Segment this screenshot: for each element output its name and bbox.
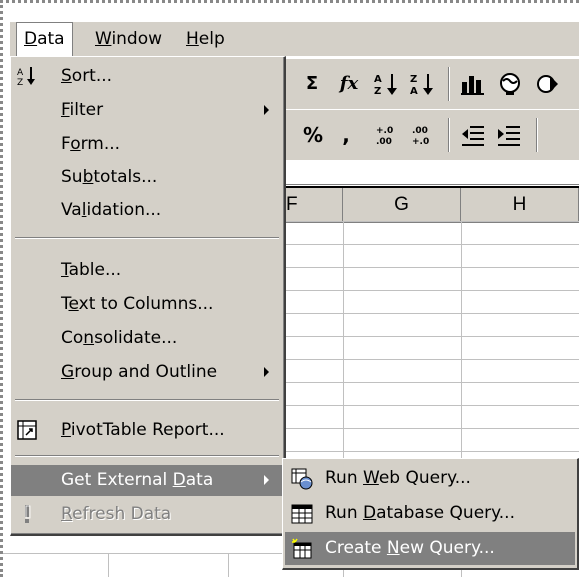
submenu-arrow-icon — [264, 105, 269, 115]
sort-ascending-button[interactable]: AZ — [372, 59, 402, 109]
menu-item-table[interactable]: Table... — [11, 255, 283, 286]
menu-item-run-database-query[interactable]: Run Database Query... — [285, 497, 575, 530]
formula-bar[interactable] — [286, 160, 579, 185]
menu-separator — [15, 455, 279, 457]
autosum-button[interactable]: Σ — [300, 59, 324, 109]
menu-bar: Data Window Help — [10, 22, 579, 56]
svg-text:Z: Z — [17, 78, 23, 86]
chart-wizard-button[interactable] — [458, 59, 488, 109]
menu-item-consolidate[interactable]: Consolidate... — [11, 323, 283, 354]
decrease-indent-icon — [462, 126, 484, 146]
svg-text:A: A — [17, 68, 24, 78]
comma-style-button[interactable]: , — [336, 110, 356, 160]
menu-item-validation[interactable]: Validation... — [11, 195, 283, 226]
standard-toolbar: Σ fx AZ ZA — [286, 58, 579, 110]
decrease-decimal-button[interactable]: .00 +.0 — [406, 110, 440, 160]
get-external-data-submenu: Run Web Query... Run Database Query... C… — [282, 458, 579, 570]
menu-item-subtotals[interactable]: Subtotals... — [11, 162, 283, 193]
menu-help[interactable]: Help — [179, 22, 232, 56]
excel-window: Data Window Help Σ fx AZ ZA % , +.0.00 .… — [0, 0, 579, 577]
map-button[interactable] — [496, 59, 526, 109]
cell-grid-lower[interactable] — [0, 553, 286, 577]
chart-wizard-icon — [461, 76, 484, 95]
menu-item-text-to-columns[interactable]: Text to Columns... — [11, 289, 283, 320]
increase-indent-button[interactable] — [494, 110, 524, 160]
paste-function-button[interactable]: fx — [334, 59, 364, 109]
menu-item-create-new-query[interactable]: Create New Query... — [285, 532, 575, 565]
increase-decimal-button[interactable]: +.0.00 — [370, 110, 404, 160]
svg-text:+.0: +.0 — [412, 137, 429, 147]
svg-text:.00: .00 — [376, 137, 392, 147]
crop-border — [0, 0, 579, 3]
sort-descending-button[interactable]: ZA — [408, 59, 438, 109]
menu-item-refresh-data: Refresh Data — [11, 499, 283, 530]
column-header-h[interactable]: H — [461, 188, 579, 222]
decrease-decimal-icon: .00+.0 — [412, 126, 429, 147]
sort-ascending-icon: AZ — [17, 67, 35, 86]
crop-border — [0, 0, 3, 577]
pivottable-icon — [17, 420, 37, 440]
toolbar-separator — [536, 118, 538, 152]
svg-text:+.0: +.0 — [376, 126, 393, 136]
menu-item-run-web-query[interactable]: Run Web Query... — [285, 462, 575, 495]
menu-item-sort[interactable]: AZ Sort... — [11, 61, 283, 92]
menu-separator — [15, 237, 279, 239]
menu-item-group-and-outline[interactable]: Group and Outline — [11, 357, 283, 388]
data-menu: AZ Sort... Filter Form... Subtotals... V… — [10, 56, 286, 536]
menu-data[interactable]: Data — [16, 22, 73, 56]
drawing-button[interactable] — [534, 59, 564, 109]
submenu-arrow-icon — [264, 367, 269, 377]
database-query-icon — [291, 504, 313, 524]
toolbar-separator — [448, 67, 450, 101]
new-query-icon — [292, 538, 312, 559]
percent-style-button[interactable]: % — [298, 110, 328, 160]
svg-text:Z: Z — [410, 74, 417, 85]
menu-item-form[interactable]: Form... — [11, 129, 283, 160]
svg-text:.00: .00 — [412, 126, 428, 136]
grid-line — [108, 554, 109, 577]
exclamation-icon — [25, 505, 31, 523]
menu-item-filter[interactable]: Filter — [11, 95, 283, 126]
column-headers: F G H — [286, 186, 579, 223]
sort-descending-icon: ZA — [410, 74, 433, 97]
drawing-icon — [537, 75, 558, 93]
menu-separator — [15, 399, 279, 401]
menu-item-get-external-data[interactable]: Get External Data — [11, 465, 283, 496]
formatting-toolbar: % , +.0.00 .00 +.0 — [286, 109, 579, 161]
increase-indent-icon — [498, 126, 520, 146]
decrease-indent-button[interactable] — [458, 110, 488, 160]
sort-ascending-icon: AZ — [374, 74, 397, 97]
web-query-icon — [291, 468, 313, 490]
column-header-g[interactable]: G — [343, 188, 461, 222]
increase-decimal-icon: +.0.00 — [376, 126, 393, 147]
column-header-f[interactable]: F — [286, 188, 343, 222]
globe-icon — [500, 73, 520, 95]
svg-text:A: A — [374, 74, 382, 85]
svg-text:Z: Z — [374, 86, 381, 96]
toolbar-separator — [448, 118, 450, 152]
svg-text:A: A — [410, 86, 418, 96]
menu-window[interactable]: Window — [88, 22, 169, 56]
submenu-arrow-icon — [264, 475, 269, 485]
menu-item-pivottable-report[interactable]: PivotTable Report... — [11, 415, 283, 446]
grid-line — [228, 554, 229, 577]
